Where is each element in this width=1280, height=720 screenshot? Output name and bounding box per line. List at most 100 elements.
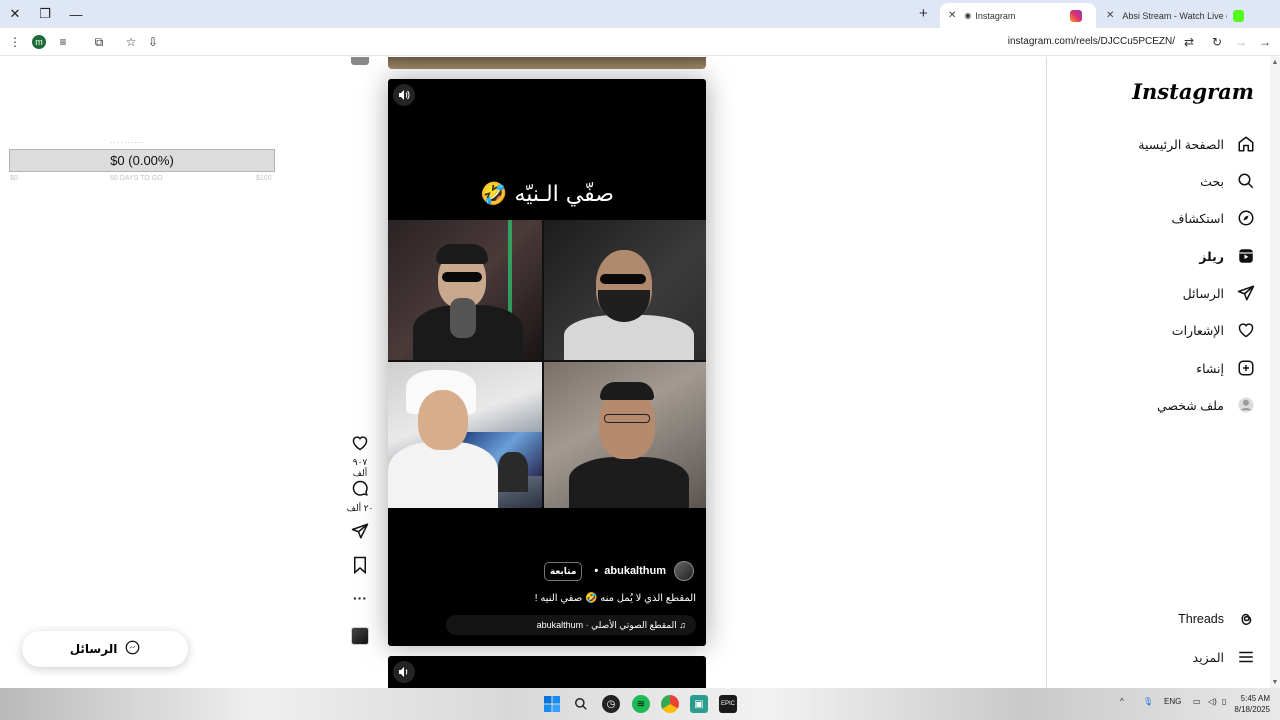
battery-icon[interactable]: ▯: [1222, 697, 1226, 706]
extensions-icon[interactable]: ⧉: [90, 33, 108, 51]
video-frame-top-right: [544, 220, 706, 360]
page-content: .......... $0 (0.00%) $0 60 DAYS TO GO $…: [0, 57, 1280, 688]
speaker-icon: [399, 90, 410, 100]
forward-icon[interactable]: →: [1232, 33, 1250, 51]
messages-pill-label: الرسائل: [69, 642, 118, 656]
nav-item-notifications[interactable]: الإشعارات: [1172, 318, 1256, 342]
network-icon[interactable]: ▭: [1193, 697, 1201, 706]
nav-item-profile[interactable]: ملف شخصي: [1157, 393, 1256, 417]
language-indicator[interactable]: ENG: [1164, 697, 1181, 706]
tab-label: Absi Stream - Watch Live on Ki: [1122, 10, 1226, 21]
messages-floating-button[interactable]: الرسائل: [22, 631, 188, 667]
system-clock[interactable]: 5:45 AM 8/18/2025: [1234, 693, 1270, 715]
like-action[interactable]: ٩٠٧ ألف: [345, 435, 375, 479]
create-icon: [1236, 358, 1256, 378]
profile-icon: [1236, 395, 1256, 415]
tab-instagram[interactable]: ✕ ◉ Instagram: [940, 3, 1096, 28]
heart-icon: [352, 436, 368, 451]
media-control-icon[interactable]: ≡: [54, 33, 72, 51]
tab-absi-stream[interactable]: ✕ Absi Stream - Watch Live on Ki: [1098, 3, 1258, 28]
widget-foot-left: $0: [10, 175, 18, 182]
browser-tab-strip: ✕ ❐ — + ✕ ◉ Instagram ✕ Absi Stream - Wa…: [0, 0, 1280, 28]
comment-icon: [352, 480, 368, 496]
reels-icon: [1236, 246, 1256, 266]
threads-icon: [1236, 609, 1256, 629]
tab-close-icon[interactable]: ✕: [948, 10, 956, 21]
microphone-icon[interactable]: 🎙: [1143, 697, 1153, 706]
scroll-down-icon[interactable]: ▼: [1270, 679, 1280, 686]
spotify-icon[interactable]: ≋: [632, 695, 650, 713]
home-icon: [1236, 134, 1256, 154]
new-tab-button[interactable]: +: [919, 5, 928, 22]
chrome-icon[interactable]: [661, 695, 679, 713]
nav-item-search[interactable]: بحث: [1200, 169, 1256, 193]
tab-close-icon[interactable]: ✕: [1106, 10, 1114, 21]
reload-icon[interactable]: ↻: [1208, 33, 1226, 51]
instagram-favicon-icon: [1070, 9, 1082, 22]
site-settings-icon[interactable]: ⇄: [1180, 33, 1198, 51]
nav-label: الرسائل: [1182, 286, 1224, 301]
nav-item-messages[interactable]: الرسائل: [1183, 281, 1256, 305]
share-action[interactable]: [345, 522, 375, 545]
comment-count: ٢٠ ألف: [346, 503, 374, 513]
nav-label: ريلز: [1199, 249, 1224, 264]
page-scrollbar[interactable]: ▲ ▼: [1270, 57, 1280, 688]
address-bar[interactable]: instagram.com/reels/DJCCu5PCEZN/: [1008, 36, 1175, 47]
instagram-sidebar: Instagram الصفحة الرئيسية بحث استكشاف ري…: [1046, 57, 1270, 688]
video-frame-bottom-right: [544, 362, 706, 508]
donation-progress-box: $0 (0.00%): [9, 149, 275, 172]
minimize-window-icon[interactable]: —: [65, 4, 87, 24]
author-username[interactable]: abukalthum: [604, 565, 666, 577]
scroll-up-icon[interactable]: ▲: [1270, 59, 1280, 66]
save-action[interactable]: [345, 556, 375, 579]
next-reel[interactable]: [388, 656, 706, 688]
tab-label: Instagram: [975, 10, 1016, 21]
video-frame-top-left: [388, 220, 542, 360]
nav-item-threads[interactable]: Threads: [1178, 607, 1256, 631]
reel-caption[interactable]: المقطع الذي لا يُمل منه 🤣 صفي النيه !: [396, 593, 696, 604]
previous-reel[interactable]: [388, 57, 706, 69]
bookmark-star-icon[interactable]: ☆: [122, 33, 140, 51]
nav-item-home[interactable]: الصفحة الرئيسية: [1138, 132, 1256, 156]
install-app-icon[interactable]: ⇩: [144, 33, 162, 51]
menu-dots-icon[interactable]: ⋮: [6, 33, 24, 51]
nav-item-reels[interactable]: ريلز: [1199, 244, 1256, 268]
windows-taskbar: ◷ ≋ ▣ EPIC ^ 🎙 ENG ▭ ◁) ▯ 5:45 AM 8/18/2…: [0, 688, 1280, 720]
more-options-icon[interactable]: ···: [345, 590, 375, 606]
tray-chevron-icon[interactable]: ^: [1120, 697, 1124, 706]
app-icon[interactable]: ▣: [690, 695, 708, 713]
profile-avatar[interactable]: m: [30, 33, 48, 51]
video-frame-bottom-left: [388, 362, 542, 508]
kick-favicon-icon: [1232, 9, 1244, 22]
mute-button[interactable]: [393, 84, 415, 106]
author-avatar[interactable]: [674, 561, 694, 581]
comment-action[interactable]: ٢٠ ألف: [345, 479, 375, 514]
search-icon[interactable]: [572, 695, 590, 713]
volume-icon[interactable]: ◁): [1208, 697, 1217, 706]
audio-thumbnail[interactable]: [351, 627, 369, 645]
tab-audio-icon[interactable]: ◉: [964, 11, 971, 20]
restore-window-icon[interactable]: ❐: [34, 4, 56, 24]
reel-audio-link[interactable]: ♫ المقطع الصوتي الأصلي · abukalthum: [446, 615, 696, 635]
hamburger-menu-icon: [1236, 647, 1256, 667]
clock-app-icon[interactable]: ◷: [602, 695, 620, 713]
send-icon: [351, 523, 369, 539]
nav-item-explore[interactable]: استكشاف: [1171, 206, 1256, 230]
reel-video[interactable]: صفّي الـنيّه 🤣 abukalthum • متابعة المقط…: [388, 79, 706, 646]
nav-label: الصفحة الرئيسية: [1138, 137, 1224, 152]
nav-item-more[interactable]: المزيد: [1193, 645, 1256, 669]
widget-foot-mid: 60 DAYS TO GO: [110, 175, 163, 182]
previous-audio-thumb[interactable]: [351, 57, 369, 65]
separator-dot: •: [594, 565, 599, 577]
epic-games-icon[interactable]: EPIC: [719, 695, 737, 713]
nav-item-create[interactable]: إنشاء: [1196, 356, 1256, 380]
like-count: ٩٠٧ ألف: [352, 457, 368, 478]
instagram-logo[interactable]: Instagram: [1132, 79, 1254, 104]
back-icon[interactable]: →: [1256, 33, 1274, 51]
messenger-icon: [125, 640, 140, 658]
follow-button[interactable]: متابعة: [543, 561, 583, 581]
windows-start-icon[interactable]: [543, 695, 561, 713]
close-window-icon[interactable]: ✕: [4, 4, 26, 24]
mute-button[interactable]: [393, 661, 415, 683]
nav-label: بحث: [1200, 174, 1224, 189]
